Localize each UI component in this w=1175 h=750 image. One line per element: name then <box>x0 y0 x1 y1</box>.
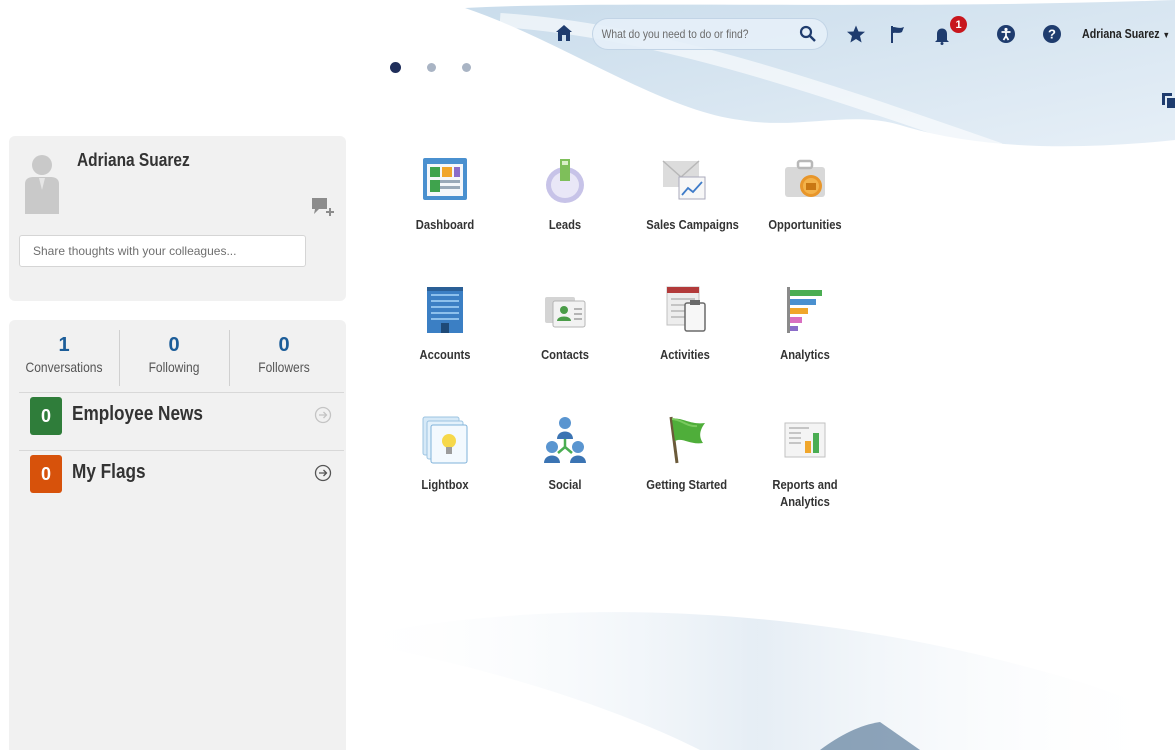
user-name: Adriana Suarez <box>1082 26 1160 41</box>
carousel-dot-1[interactable] <box>390 62 401 73</box>
lightbox-icon <box>422 416 468 464</box>
accessibility-icon[interactable] <box>996 24 1016 44</box>
getting-started-label: Getting Started <box>646 477 728 492</box>
star-icon[interactable] <box>846 24 866 44</box>
svg-text:?: ? <box>1048 27 1056 42</box>
leads-label: Leads <box>548 217 582 232</box>
bell-icon[interactable] <box>932 25 952 45</box>
app-analytics[interactable]: Analytics <box>760 285 850 363</box>
navigator-icon[interactable] <box>1160 92 1175 108</box>
page-carousel-indicator <box>390 62 471 73</box>
arrow-right-circle-icon[interactable] <box>314 406 332 424</box>
conversations-stat[interactable]: 1 Conversations <box>9 320 119 392</box>
followers-count: 0 <box>278 334 290 356</box>
my-flags-row[interactable]: 0 My Flags <box>9 451 346 508</box>
activities-icon <box>666 286 706 332</box>
profile-name[interactable]: Adriana Suarez <box>77 150 190 171</box>
opportunities-label: Opportunities <box>768 217 842 232</box>
leads-icon <box>546 159 584 203</box>
add-comment-icon[interactable] <box>311 196 335 218</box>
contacts-icon <box>545 297 586 328</box>
following-label: Following <box>148 359 200 375</box>
user-menu[interactable]: Adriana Suarez ▼ <box>1082 26 1170 41</box>
carousel-dot-3[interactable] <box>462 63 471 72</box>
analytics-label: Analytics <box>780 347 830 362</box>
employee-news-row[interactable]: 0 Employee News <box>9 393 346 450</box>
share-thoughts-input[interactable] <box>19 235 306 267</box>
employee-news-label: Employee News <box>72 403 203 425</box>
social-label: Social <box>548 477 582 492</box>
app-leads[interactable]: Leads <box>520 155 610 233</box>
getting-started-icon <box>669 416 705 464</box>
social-icon <box>544 417 586 463</box>
home-icon[interactable] <box>554 23 574 43</box>
sales-campaigns-label: Sales Campaigns <box>646 217 739 232</box>
chevron-down-icon: ▼ <box>1162 30 1170 40</box>
followers-label: Followers <box>258 359 310 375</box>
app-sales-campaigns[interactable]: Sales Campaigns <box>640 155 739 233</box>
my-flags-label: My Flags <box>72 461 146 483</box>
app-accounts[interactable]: Accounts <box>400 285 490 363</box>
arrow-right-circle-icon[interactable] <box>314 464 332 482</box>
reports-and-analytics-label: Reports and Analytics <box>772 477 838 509</box>
carousel-dot-2[interactable] <box>427 63 436 72</box>
my-flags-count-badge: 0 <box>30 455 62 493</box>
analytics-icon <box>787 287 822 333</box>
search-input[interactable] <box>593 19 757 49</box>
following-count: 0 <box>168 334 180 356</box>
search-icon[interactable] <box>799 25 817 43</box>
followers-stat[interactable]: 0 Followers <box>229 320 339 392</box>
following-stat[interactable]: 0 Following <box>119 320 229 392</box>
opportunities-icon <box>785 159 825 197</box>
app-lightbox[interactable]: Lightbox <box>400 415 490 493</box>
app-reports-and-analytics[interactable]: Reports and Analytics <box>760 415 850 510</box>
app-getting-started[interactable]: Getting Started <box>640 415 730 493</box>
dashboard-icon <box>423 158 467 200</box>
conversations-count: 1 <box>58 334 70 356</box>
app-dashboard[interactable]: Dashboard <box>400 155 490 233</box>
avatar-icon[interactable] <box>25 154 59 214</box>
global-search <box>592 18 828 50</box>
activities-label: Activities <box>660 347 710 362</box>
notification-count-badge: 1 <box>950 16 967 33</box>
help-icon[interactable]: ? <box>1042 24 1062 44</box>
app-opportunities[interactable]: Opportunities <box>760 155 850 233</box>
contacts-label: Contacts <box>541 347 589 362</box>
app-contacts[interactable]: Contacts <box>520 285 610 363</box>
app-social[interactable]: Social <box>520 415 610 493</box>
dashboard-label: Dashboard <box>415 217 475 232</box>
conversations-label: Conversations <box>25 359 103 375</box>
lightbox-label: Lightbox <box>421 477 469 492</box>
app-activities[interactable]: Activities <box>640 285 730 363</box>
social-stats: 1 Conversations 0 Following 0 Followers <box>9 320 346 392</box>
accounts-label: Accounts <box>419 347 471 362</box>
accounts-icon <box>427 287 463 333</box>
social-panel: 1 Conversations 0 Following 0 Followers … <box>9 320 346 750</box>
flag-icon[interactable] <box>888 24 908 44</box>
sales-campaigns-icon <box>662 160 706 200</box>
employee-news-count-badge: 0 <box>30 397 62 435</box>
reports-and-analytics-icon <box>784 422 826 458</box>
profile-panel: Adriana Suarez <box>9 136 346 301</box>
